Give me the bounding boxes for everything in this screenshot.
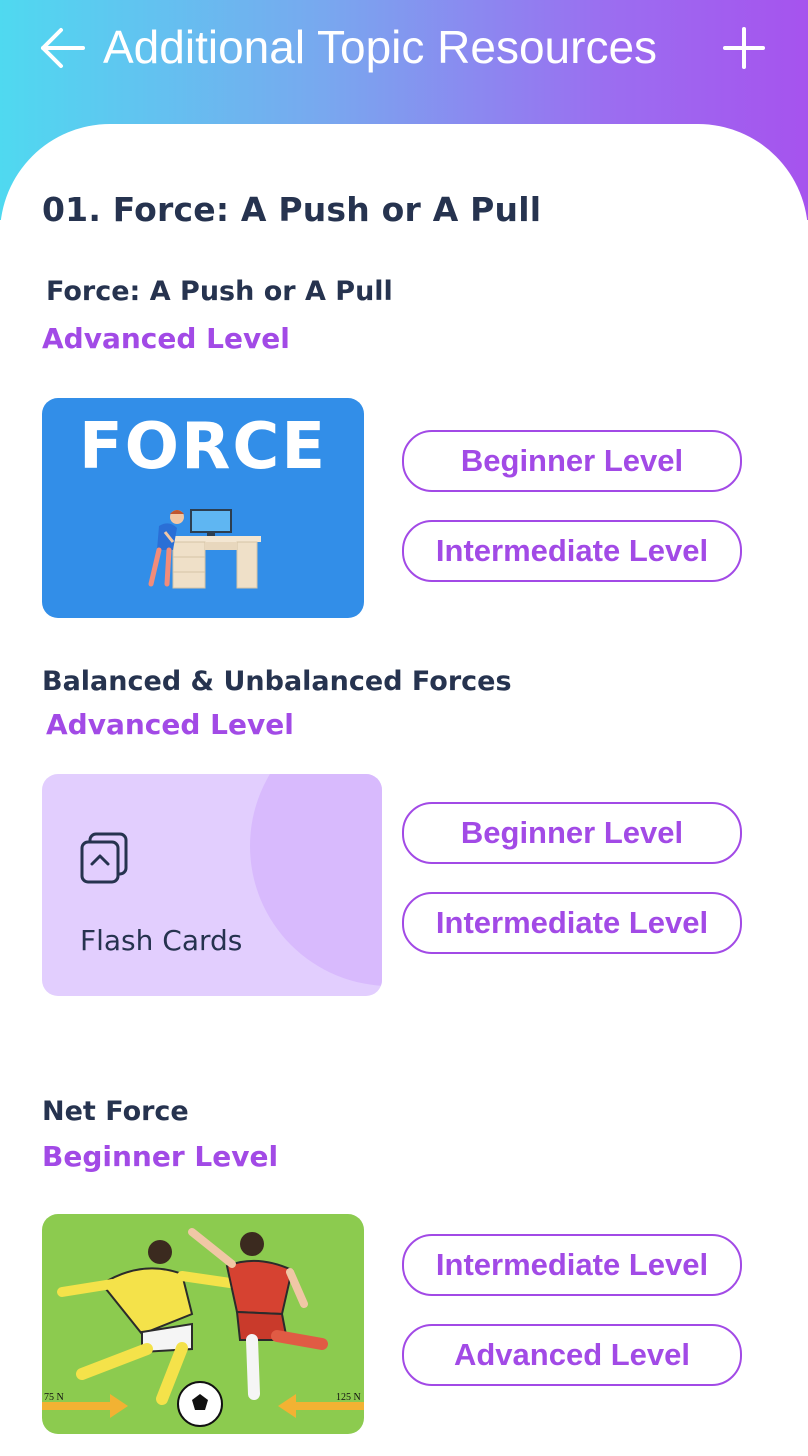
push-desk-illustration — [148, 509, 261, 589]
flash-cards-label: Flash Cards — [80, 924, 243, 957]
section-title: Balanced & Unbalanced Forces — [42, 666, 512, 697]
section-title: Net Force — [42, 1096, 189, 1127]
intermediate-level-button[interactable]: Intermediate Level — [402, 520, 742, 582]
card-heading: FORCE — [78, 410, 328, 484]
page-title: Additional Topic Resources — [103, 21, 658, 73]
section-level-link[interactable]: Beginner Level — [42, 1140, 278, 1173]
arrow-left-icon — [41, 28, 85, 68]
left-force-label: 75 N — [44, 1392, 64, 1403]
section-level-link[interactable]: Advanced Level — [46, 708, 294, 741]
topic-title: 01. Force: A Push or A Pull — [42, 190, 542, 229]
intermediate-level-button[interactable]: Intermediate Level — [402, 1234, 742, 1296]
force-resource-card[interactable]: FORCE — [42, 398, 364, 618]
soccer-players-illustration: 75 N 125 N — [42, 1228, 364, 1427]
net-force-resource-card[interactable]: 75 N 125 N — [42, 1214, 364, 1434]
flash-cards-card[interactable]: Flash Cards — [42, 774, 382, 996]
beginner-level-button[interactable]: Beginner Level — [402, 430, 742, 492]
add-button[interactable] — [718, 22, 770, 74]
back-button[interactable] — [36, 22, 88, 74]
beginner-level-button[interactable]: Beginner Level — [402, 802, 742, 864]
section-title: Force: A Push or A Pull — [46, 276, 393, 307]
intermediate-level-button[interactable]: Intermediate Level — [402, 892, 742, 954]
flash-cards-icon — [80, 832, 128, 884]
right-force-label: 125 N — [336, 1392, 361, 1403]
section-level-link[interactable]: Advanced Level — [42, 322, 290, 355]
plus-icon — [723, 27, 765, 69]
advanced-level-button[interactable]: Advanced Level — [402, 1324, 742, 1386]
